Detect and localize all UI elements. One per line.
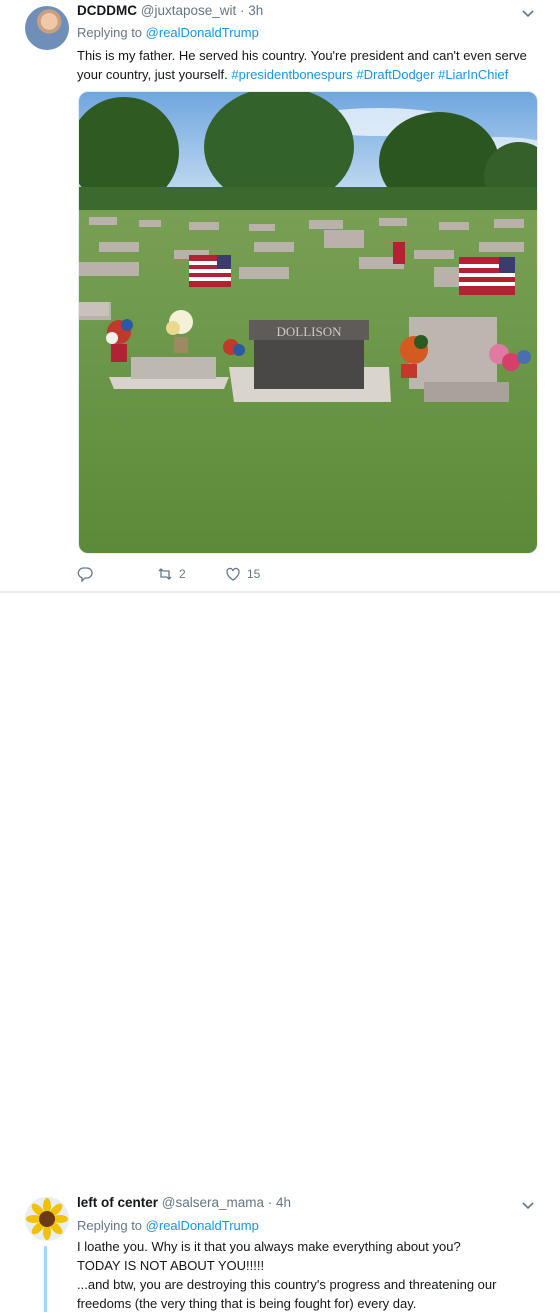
tweet-text: I loathe you. Why is it that you always … — [77, 1237, 547, 1313]
hashtag-link[interactable]: #DraftDodger — [356, 67, 434, 82]
tweet-header: DCDDMC @juxtapose_wit · 3h — [77, 3, 263, 18]
retweet-button[interactable]: 2 — [157, 566, 186, 582]
hashtag-link[interactable]: #presidentbonespurs — [231, 67, 352, 82]
user-handle[interactable]: @juxtapose_wit — [141, 3, 237, 18]
replying-to-label: Replying to — [77, 25, 143, 40]
reply-button[interactable] — [77, 566, 99, 582]
reply-icon — [77, 567, 93, 582]
like-button[interactable]: 15 — [225, 566, 260, 582]
user-handle[interactable]: @salsera_mama — [162, 1195, 264, 1210]
like-icon — [226, 567, 240, 581]
tweet-line: TODAY IS NOT ABOUT YOU!!!!! — [77, 1258, 265, 1273]
display-name[interactable]: DCDDMC — [77, 3, 137, 18]
mention-link[interactable]: @realDonaldTrump — [146, 25, 259, 40]
replying-to: Replying to @realDonaldTrump — [77, 1218, 259, 1233]
thread-line — [44, 1246, 47, 1312]
like-count: 15 — [247, 567, 261, 581]
retweet-icon — [158, 568, 172, 580]
tweet-text: This is my father. He served his country… — [77, 46, 527, 84]
avatar[interactable] — [25, 1197, 69, 1241]
replying-to-label: Replying to — [77, 1218, 143, 1233]
chevron-down-icon[interactable] — [520, 1197, 536, 1213]
mention-link[interactable]: @realDonaldTrump — [146, 1218, 259, 1233]
timestamp[interactable]: · 4h — [268, 1195, 291, 1210]
tweet-header: left of center @salsera_mama · 4h — [77, 1195, 291, 1210]
chevron-down-icon[interactable] — [520, 5, 536, 21]
cemetery-photo: DOLLISON — [79, 92, 537, 553]
headstone-text: DOLLISON — [277, 324, 343, 339]
avatar[interactable] — [25, 6, 69, 50]
tweet-line: ...and btw, you are destroying this coun… — [77, 1277, 497, 1311]
tweet-line: I loathe you. Why is it that you always … — [77, 1239, 461, 1254]
timestamp[interactable]: · 3h — [240, 3, 263, 18]
tweet: left of center @salsera_mama · 4h Replyi… — [0, 592, 560, 1312]
replying-to: Replying to @realDonaldTrump — [77, 25, 259, 40]
display-name[interactable]: left of center — [77, 1195, 158, 1210]
hashtag-link[interactable]: #LiarInChief — [438, 67, 508, 82]
retweet-count: 2 — [179, 567, 186, 581]
sunflower-icon — [26, 1198, 68, 1240]
tweet-photo[interactable]: DOLLISON — [78, 91, 538, 554]
tweet-actions: 2 15 — [77, 566, 377, 586]
tweet: DCDDMC @juxtapose_wit · 3h Replying to @… — [0, 0, 560, 592]
